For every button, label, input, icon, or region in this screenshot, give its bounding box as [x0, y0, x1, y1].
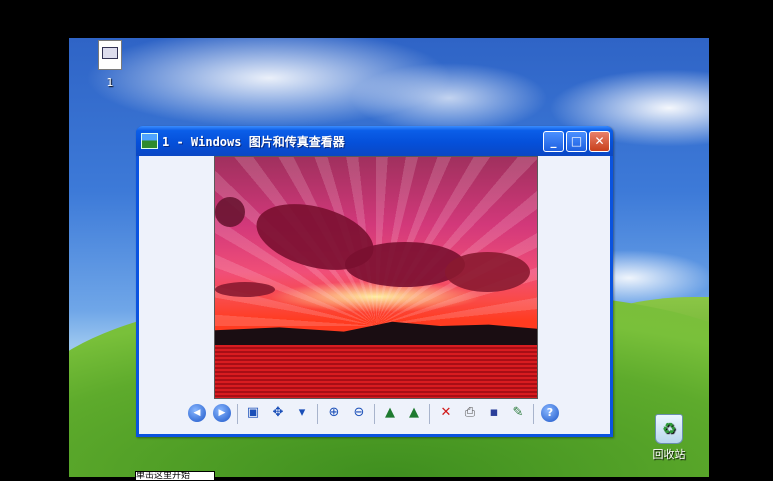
zoom-in-icon[interactable]: ⊕	[325, 404, 343, 422]
picture-viewer-icon	[141, 133, 158, 149]
picture-viewer-window: 1 - Windows 图片和传真查看器 _ □ ✕ ◀ ▶ ▣ ✥ ▾ ⊕ ⊖	[136, 126, 613, 437]
slideshow-icon[interactable]: ▾	[293, 404, 311, 422]
print-icon[interactable]: ⎙	[461, 404, 479, 422]
actual-size-icon[interactable]: ✥	[269, 404, 287, 422]
best-fit-icon[interactable]: ▣	[244, 404, 262, 422]
recycle-bin-icon: ♻	[655, 414, 683, 444]
toolbar-separator	[317, 404, 318, 424]
desktop-file-label: 1	[106, 76, 114, 89]
edit-icon[interactable]: ✎	[509, 404, 527, 422]
help-icon[interactable]: ?	[541, 404, 559, 422]
minimize-button[interactable]: _	[543, 131, 564, 152]
toolbar-separator	[429, 404, 430, 424]
image-cloud	[215, 282, 275, 297]
rotate-clockwise-icon[interactable]: ▲	[381, 404, 399, 422]
recycle-bin[interactable]: ♻ 回收站	[644, 414, 694, 462]
window-title: 1 - Windows 图片和传真查看器	[162, 135, 345, 149]
rotate-counterclockwise-icon[interactable]: ▲	[405, 404, 423, 422]
image-cloud	[445, 252, 530, 292]
image-water	[215, 345, 537, 398]
file-icon	[98, 40, 122, 70]
next-image-icon[interactable]: ▶	[213, 404, 231, 422]
toolbar-separator	[237, 404, 238, 424]
delete-icon[interactable]: ✕	[437, 404, 455, 422]
desktop-file-icon[interactable]: 1	[96, 40, 124, 89]
zoom-out-icon[interactable]: ⊖	[350, 404, 368, 422]
toolbar-separator	[533, 404, 534, 424]
save-icon[interactable]: ▪	[485, 404, 503, 422]
previous-image-icon[interactable]: ◀	[188, 404, 206, 422]
maximize-button[interactable]: □	[566, 131, 587, 152]
image-cloud	[215, 197, 245, 227]
close-button[interactable]: ✕	[589, 131, 610, 152]
toolbar-separator	[374, 404, 375, 424]
displayed-image[interactable]	[214, 156, 538, 399]
title-bar[interactable]: 1 - Windows 图片和传真查看器 _ □ ✕	[136, 126, 613, 156]
recycle-bin-label: 回收站	[652, 448, 686, 461]
start-tooltip: 单击这里开始	[135, 471, 215, 481]
viewer-client-area: ◀ ▶ ▣ ✥ ▾ ⊕ ⊖ ▲ ▲ ✕ ⎙ ▪ ✎ ?	[139, 156, 610, 434]
viewer-toolbar: ◀ ▶ ▣ ✥ ▾ ⊕ ⊖ ▲ ▲ ✕ ⎙ ▪ ✎ ?	[139, 402, 610, 426]
